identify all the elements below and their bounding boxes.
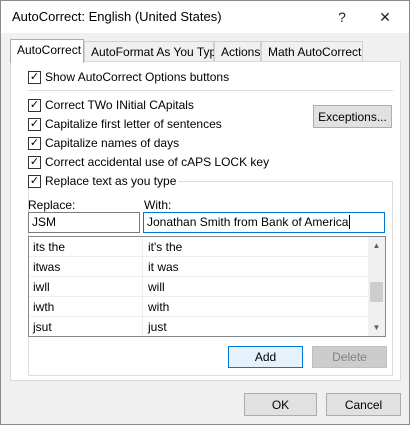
tab-autocorrect[interactable]: AutoCorrect: [10, 39, 84, 63]
with-input[interactable]: Jonathan Smith from Bank of America: [143, 212, 385, 233]
close-button[interactable]: ✕: [371, 5, 399, 29]
list-item[interactable]: iwth with: [29, 297, 385, 317]
checkbox-box: ✓: [28, 70, 41, 84]
checkbox-box: ✓: [28, 136, 41, 150]
cancel-button[interactable]: Cancel: [326, 393, 401, 416]
tab-autoformat-as-you-type[interactable]: AutoFormat As You Type: [84, 41, 223, 62]
list-item[interactable]: iwll will: [29, 277, 385, 297]
separator: [28, 90, 393, 91]
tab-label: AutoFormat As You Type: [91, 45, 223, 59]
checkbox-label: Capitalize first letter of sentences: [45, 117, 222, 131]
entry-replace: iwth: [33, 300, 55, 314]
help-button[interactable]: ?: [328, 5, 356, 29]
close-icon: ✕: [379, 8, 391, 25]
delete-button[interactable]: Delete: [312, 346, 387, 368]
check-icon: ✓: [29, 98, 40, 111]
dialog-title: AutoCorrect: English (United States): [12, 9, 222, 24]
title-bar: AutoCorrect: English (United States) ? ✕: [1, 1, 409, 33]
list-scrollbar[interactable]: ▲ ▼: [368, 237, 385, 336]
checkbox-label: Replace text as you type: [45, 174, 177, 188]
checkbox-label: Show AutoCorrect Options buttons: [45, 70, 230, 84]
help-icon: ?: [338, 9, 346, 25]
tab-label: AutoCorrect: [17, 43, 82, 57]
checkbox-label: Correct accidental use of cAPS LOCK key: [45, 155, 270, 169]
tab-math-autocorrect[interactable]: Math AutoCorrect: [261, 41, 363, 62]
entry-replace: itwas: [33, 260, 61, 274]
add-button-label: Add: [254, 350, 277, 364]
checkbox-box: ✓: [28, 155, 41, 169]
correct-caps-lock-checkbox[interactable]: ✓ Correct accidental use of cAPS LOCK ke…: [28, 155, 269, 169]
checkbox-label: Correct TWo INitial CApitals: [45, 98, 194, 112]
entry-with: just: [148, 320, 167, 334]
check-icon: ✓: [29, 70, 40, 83]
entry-replace: jsut: [33, 320, 52, 334]
replace-text-checkbox[interactable]: ✓ Replace text as you type: [28, 174, 179, 188]
entry-with: will: [148, 280, 165, 294]
column-divider: [142, 237, 143, 256]
text-caret: [349, 215, 351, 229]
tab-label: Actions: [221, 45, 261, 59]
replace-input[interactable]: JSM: [28, 212, 140, 233]
entry-with: it was: [148, 260, 179, 274]
list-item[interactable]: jsut just: [29, 317, 385, 336]
tab-actions[interactable]: Actions: [214, 41, 261, 62]
entry-replace: iwll: [33, 280, 50, 294]
check-icon: ✓: [29, 117, 40, 130]
autocorrect-tab-panel: ✓ Show AutoCorrect Options buttons ✓ Cor…: [10, 61, 401, 381]
checkbox-box: ✓: [28, 117, 41, 131]
column-divider: [142, 257, 143, 276]
show-autocorrect-options-checkbox[interactable]: ✓ Show AutoCorrect Options buttons: [28, 70, 229, 84]
column-divider: [142, 297, 143, 316]
list-item[interactable]: its the it's the: [29, 237, 385, 257]
column-divider: [142, 277, 143, 296]
checkbox-box: ✓: [28, 98, 41, 112]
list-item[interactable]: itwas it was: [29, 257, 385, 277]
scroll-up-button[interactable]: ▲: [368, 237, 385, 254]
autocorrect-entries-list[interactable]: its the it's the itwas it was iwll will …: [28, 236, 386, 337]
chevron-up-icon: ▲: [372, 241, 381, 250]
entry-with: with: [148, 300, 170, 314]
scrollbar-thumb[interactable]: [370, 281, 383, 302]
check-icon: ✓: [29, 136, 40, 149]
ok-button[interactable]: OK: [244, 393, 317, 416]
capitalize-days-checkbox[interactable]: ✓ Capitalize names of days: [28, 136, 179, 150]
tab-label: Math AutoCorrect: [268, 45, 362, 59]
correct-two-initial-capitals-checkbox[interactable]: ✓ Correct TWo INitial CApitals: [28, 98, 194, 112]
add-button[interactable]: Add: [228, 346, 303, 368]
column-divider: [142, 317, 143, 336]
with-input-value: Jonathan Smith from Bank of America: [147, 215, 349, 229]
check-icon: ✓: [29, 174, 40, 187]
exceptions-button-label: Exceptions...: [318, 109, 387, 124]
delete-button-label: Delete: [332, 350, 367, 364]
cancel-button-label: Cancel: [344, 397, 383, 412]
checkbox-box: ✓: [28, 174, 41, 188]
replace-label: Replace:: [28, 198, 76, 212]
capitalize-first-letter-checkbox[interactable]: ✓ Capitalize first letter of sentences: [28, 117, 222, 131]
replace-input-value: JSM: [32, 215, 56, 229]
autocorrect-dialog: AutoCorrect: English (United States) ? ✕…: [0, 0, 410, 425]
with-label: With:: [144, 198, 172, 212]
check-icon: ✓: [29, 155, 40, 168]
entry-with: it's the: [148, 240, 183, 254]
scroll-down-button[interactable]: ▼: [368, 319, 385, 336]
ok-button-label: OK: [271, 397, 290, 412]
exceptions-button[interactable]: Exceptions...: [313, 105, 392, 128]
checkbox-label: Capitalize names of days: [45, 136, 180, 150]
entry-replace: its the: [33, 240, 66, 254]
chevron-down-icon: ▼: [372, 323, 381, 332]
